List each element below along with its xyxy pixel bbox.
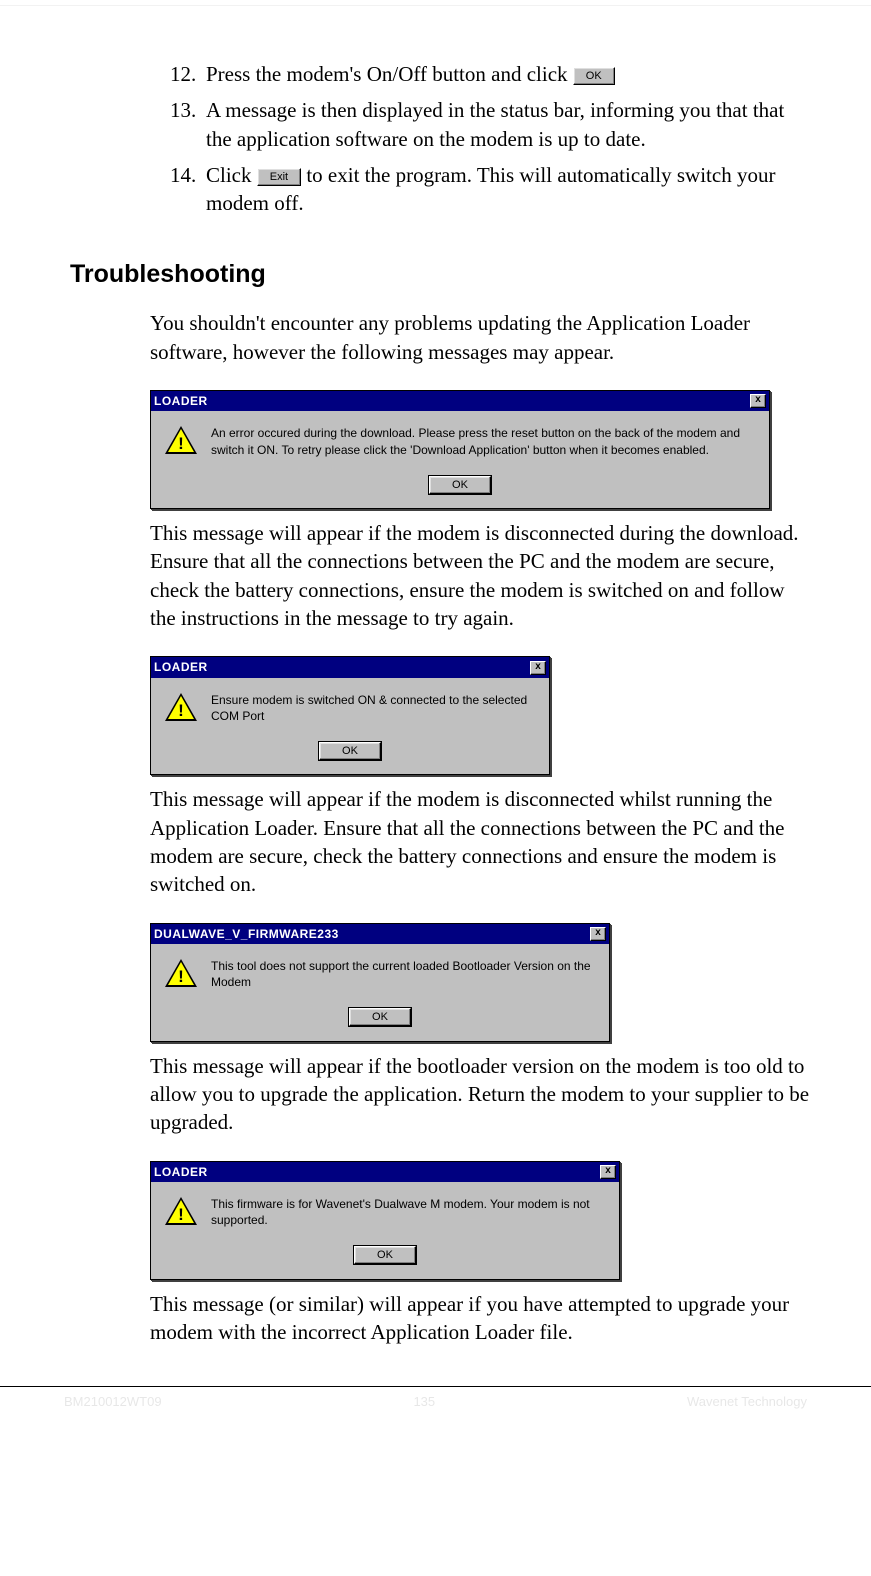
close-icon[interactable]: x [750, 394, 766, 408]
footer-rule [0, 1386, 871, 1387]
warning-icon: ! [165, 425, 197, 457]
explain-3: This message will appear if the bootload… [150, 1052, 811, 1137]
warning-icon: ! [165, 958, 197, 990]
step-12: 12. Press the modem's On/Off button and … [170, 60, 811, 88]
step-number: 12. [170, 60, 206, 88]
step-body: Click Exit to exit the program. This wil… [206, 161, 811, 218]
footer-right: Wavenet Technology [687, 1393, 807, 1411]
warning-icon: ! [165, 1196, 197, 1228]
troubleshooting-heading: Troubleshooting [70, 258, 811, 292]
explain-4: This message (or similar) will appear if… [150, 1290, 811, 1347]
step-13: 13. A message is then displayed in the s… [170, 96, 811, 153]
explain-2: This message will appear if the modem is… [150, 785, 811, 898]
close-icon[interactable]: x [590, 927, 606, 941]
intro-paragraph: You shouldn't encounter any problems upd… [150, 309, 811, 366]
close-icon[interactable]: x [600, 1165, 616, 1179]
dialog-message: This firmware is for Wavenet's Dualwave … [211, 1196, 605, 1228]
step-body: Press the modem's On/Off button and clic… [206, 60, 811, 88]
dialog-title: DUALWAVE_V_FIRMWARE233 [154, 926, 339, 942]
dialog-ok-button[interactable]: OK [319, 742, 381, 760]
dialog-titlebar: DUALWAVE_V_FIRMWARE233 x [151, 924, 609, 944]
dialog-message: This tool does not support the current l… [211, 958, 595, 990]
error-dialog-download: LOADER x ! An error occured during the d… [150, 390, 770, 509]
dialog-ok-button[interactable]: OK [354, 1246, 416, 1264]
step-text-pre: Click [206, 163, 257, 187]
page-header-rule [0, 2, 871, 6]
dialog-titlebar: LOADER x [151, 657, 549, 677]
dialog-title: LOADER [154, 1164, 208, 1180]
page-footer: BM210012WT09 135 Wavenet Technology [60, 1393, 811, 1411]
error-dialog-bootloader: DUALWAVE_V_FIRMWARE233 x ! This tool doe… [150, 923, 610, 1042]
dialog-message: An error occured during the download. Pl… [211, 425, 755, 457]
explain-1: This message will appear if the modem is… [150, 519, 811, 632]
error-dialog-unsupported: LOADER x ! This firmware is for Wavenet'… [150, 1161, 620, 1280]
dialog-titlebar: LOADER x [151, 391, 769, 411]
exit-button[interactable]: Exit [257, 168, 301, 186]
dialog-ok-button[interactable]: OK [429, 476, 491, 494]
footer-page-number: 135 [413, 1393, 435, 1411]
footer-left: BM210012WT09 [64, 1393, 162, 1411]
close-icon[interactable]: x [530, 661, 546, 675]
step-text: A message is then displayed in the statu… [206, 96, 811, 153]
dialog-title: LOADER [154, 393, 208, 409]
step-number: 13. [170, 96, 206, 153]
dialog-ok-button[interactable]: OK [349, 1008, 411, 1026]
step-number: 14. [170, 161, 206, 218]
ok-button[interactable]: OK [573, 67, 615, 85]
warning-icon: ! [165, 692, 197, 724]
dialog-titlebar: LOADER x [151, 1162, 619, 1182]
dialog-title: LOADER [154, 659, 208, 675]
step-text: Press the modem's On/Off button and clic… [206, 62, 573, 86]
error-dialog-com-port: LOADER x ! Ensure modem is switched ON &… [150, 656, 550, 775]
step-14: 14. Click Exit to exit the program. This… [170, 161, 811, 218]
dialog-message: Ensure modem is switched ON & connected … [211, 692, 535, 724]
